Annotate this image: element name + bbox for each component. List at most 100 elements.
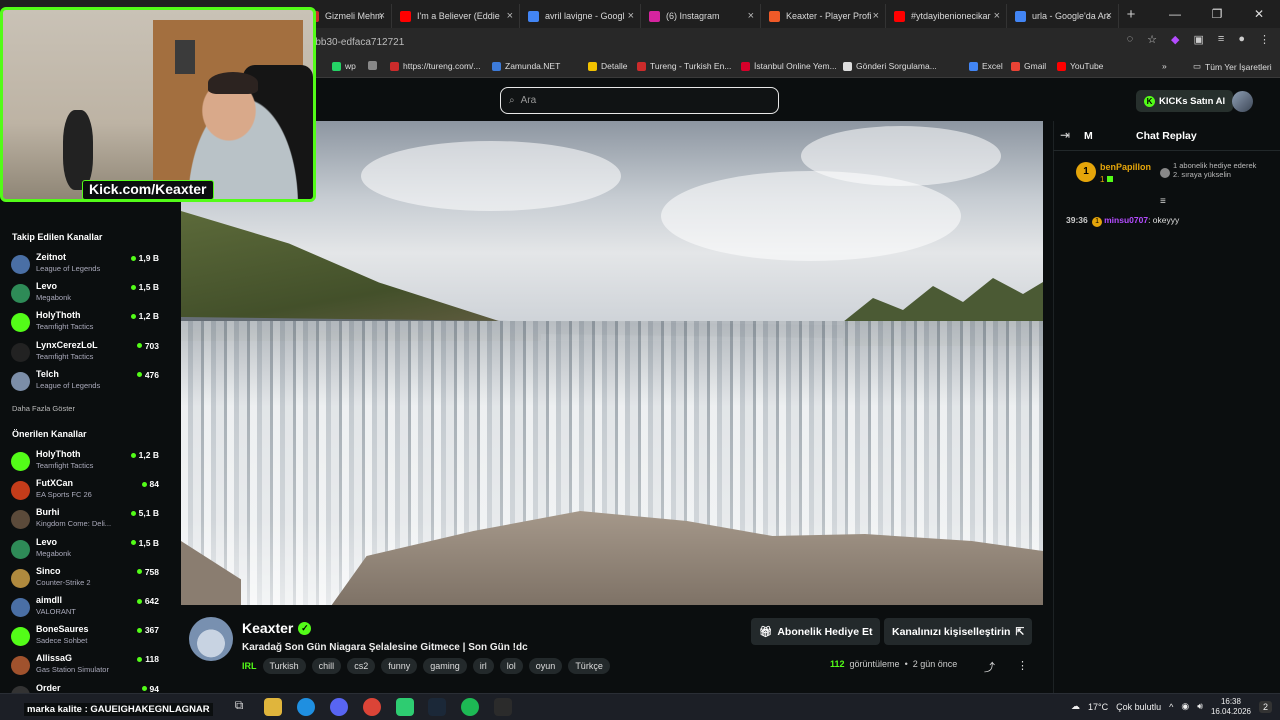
channel-avatar <box>11 342 30 362</box>
bookmark-item[interactable]: https://tureng.com/... <box>390 61 480 71</box>
customize-channel-button[interactable]: Kanalınızı kişiselleştirin ⇱ <box>884 618 1033 645</box>
stream-tag[interactable]: funny <box>381 658 418 674</box>
notification-count[interactable]: 2 <box>1258 700 1272 713</box>
sidebar-channel[interactable]: Levo Megabonk 1,5 B <box>11 537 161 563</box>
weather-text[interactable]: Çok bulutlu <box>1116 702 1161 712</box>
url-text[interactable]: -bb30-edfaca712721 <box>312 37 404 48</box>
file-explorer-icon[interactable] <box>264 698 282 716</box>
stream-tag[interactable]: lol <box>499 658 523 674</box>
streamer-name-row: Keaxter ✓ <box>242 620 312 636</box>
bookmark-favicon <box>492 61 501 71</box>
epic-games-icon[interactable] <box>494 698 512 716</box>
spotify-icon[interactable] <box>461 698 479 716</box>
buy-kicks-button[interactable]: K KICKs Satın Al <box>1136 90 1234 112</box>
task-view-icon[interactable]: ⧉ <box>230 698 248 716</box>
sidebar-channel[interactable]: aimdll VALORANT 642 <box>11 595 161 621</box>
app-icon[interactable] <box>396 698 414 716</box>
puzzle-icon[interactable]: ▣ <box>1194 33 1204 46</box>
bookmarks-overflow-icon[interactable]: » <box>1162 61 1167 71</box>
stream-tag[interactable]: Turkish <box>262 658 306 674</box>
bookmark-item[interactable]: Gönderi Sorgulama... <box>843 61 937 71</box>
browser-tab[interactable]: avril lavigne - Googl × <box>520 4 641 28</box>
new-tab-button[interactable]: + <box>1119 6 1143 23</box>
chat-tab-letter[interactable]: M <box>1084 130 1093 142</box>
stream-tag[interactable]: irl <box>472 658 494 674</box>
stream-tag[interactable]: gaming <box>423 658 467 674</box>
bookmark-item[interactable]: Tureng - Turkish En... <box>637 61 731 71</box>
minimize-icon[interactable]: — <box>1154 0 1196 28</box>
discord-icon[interactable] <box>330 698 348 716</box>
volume-icon[interactable]: 🔊︎ <box>1197 701 1203 712</box>
leaderboard-user[interactable]: benPapillon <box>1100 162 1151 172</box>
show-more-link[interactable]: Daha Fazla Göster <box>12 404 75 413</box>
chat-username[interactable]: minsu0707 <box>1104 215 1148 225</box>
browser-tab[interactable]: Keaxter - Player Profi × <box>761 4 886 28</box>
eye-off-icon[interactable]: ◌ <box>1127 33 1134 46</box>
sidebar-channel[interactable]: AllissaG Gas Station Simulator 118 <box>11 653 161 679</box>
browser-tab[interactable]: I'm a Believer (Eddie × <box>392 4 520 28</box>
bookmark-item[interactable]: Gmail <box>1011 61 1046 71</box>
bookmark-item[interactable] <box>368 61 381 70</box>
bookmark-item[interactable]: Zamunda.NET <box>492 61 560 71</box>
more-options-icon[interactable]: ⋮ <box>1017 659 1028 672</box>
sidebar-channel[interactable]: Telch League of Legends 476 <box>11 369 161 395</box>
all-bookmarks-link[interactable]: ▭ Tüm Yer İşaretleri <box>1193 61 1272 72</box>
bookmark-item[interactable]: wp <box>332 61 356 71</box>
tray-chevron-icon[interactable]: ^ <box>1169 702 1173 712</box>
steam-icon[interactable] <box>428 698 446 716</box>
edge-icon[interactable] <box>297 698 315 716</box>
bookmark-item[interactable]: Detalle <box>588 61 627 71</box>
bookmark-item[interactable]: YouTube <box>1057 61 1103 71</box>
stream-tag[interactable]: chill <box>311 658 342 674</box>
maximize-icon[interactable]: ❐ <box>1196 0 1238 28</box>
sidebar-channel[interactable]: Zeitnot League of Legends 1,9 B <box>11 252 161 278</box>
bookmark-label: wp <box>345 61 356 71</box>
collapse-chat-icon[interactable]: ⇥ <box>1060 128 1070 142</box>
close-tab-icon[interactable]: × <box>994 10 1000 22</box>
chat-message: 39:36 1 minsu0707: okeyyy <box>1066 215 1179 227</box>
channel-viewers: 367 <box>136 625 159 635</box>
share-icon[interactable]: ⤴ <box>984 659 995 675</box>
stream-category[interactable]: IRL <box>242 661 257 671</box>
close-tab-icon[interactable]: × <box>507 10 513 22</box>
close-window-icon[interactable]: ✕ <box>1238 0 1280 28</box>
user-avatar[interactable] <box>1232 91 1253 112</box>
browser-tab[interactable]: #ytdayibenionecikar × <box>886 4 1007 28</box>
extension-icon[interactable]: ◆ <box>1171 33 1179 46</box>
close-tab-icon[interactable]: × <box>748 10 754 22</box>
close-tab-icon[interactable]: × <box>873 10 879 22</box>
stream-tag[interactable]: oyun <box>528 658 563 674</box>
sidebar-channel[interactable]: Levo Megabonk 1,5 B <box>11 281 161 307</box>
gift-sub-button[interactable]: 🎁︎ Abonelik Hediye Et <box>751 618 881 645</box>
streamer-name[interactable]: Keaxter <box>242 620 293 636</box>
close-tab-icon[interactable]: × <box>628 10 634 22</box>
browser-tab[interactable]: (6) Instagram × <box>641 4 761 28</box>
sidebar-channel[interactable]: BoneSaures Sadece Sohbet 367 <box>11 624 161 650</box>
sidebar-channel[interactable]: HolyThoth Teamfight Tactics 1,2 B <box>11 310 161 336</box>
chrome-icon[interactable] <box>363 698 381 716</box>
clock[interactable]: 16:38 16.04.2026 <box>1211 697 1251 717</box>
bookmark-item[interactable]: İstanbul Online Yem... <box>741 61 837 71</box>
views-count: 112 <box>830 659 845 669</box>
stream-tag[interactable]: Türkçe <box>568 658 610 674</box>
sidebar-channel[interactable]: HolyThoth Teamfight Tactics 1,2 B <box>11 449 161 475</box>
weather-temp[interactable]: 17°C <box>1088 702 1108 712</box>
sidebar-channel[interactable]: Sinco Counter-Strike 2 758 <box>11 566 161 592</box>
stream-tag[interactable]: cs2 <box>347 658 376 674</box>
star-icon[interactable]: ☆ <box>1147 33 1157 46</box>
sidebar-channel[interactable]: LynxCerezLoL Teamfight Tactics 703 <box>11 340 161 366</box>
streamer-avatar[interactable] <box>189 617 233 661</box>
browser-tab[interactable]: urla - Google'da Ara × <box>1007 4 1119 28</box>
weather-icon[interactable]: ☁ <box>1071 701 1080 712</box>
bookmark-item[interactable]: Excel <box>969 61 1003 71</box>
search-input[interactable]: ⌕ Ara <box>500 87 779 114</box>
expand-pinned-icon[interactable]: ≡ <box>1160 196 1166 207</box>
close-tab-icon[interactable]: × <box>1106 10 1112 22</box>
close-tab-icon[interactable]: × <box>379 10 385 22</box>
media-icon[interactable]: ≡ <box>1218 33 1224 46</box>
sidebar-channel[interactable]: Burhi Kingdom Come: Deli... 5,1 B <box>11 507 161 533</box>
profile-icon[interactable]: ● <box>1238 33 1245 46</box>
menu-icon[interactable]: ⋮ <box>1259 33 1270 46</box>
sidebar-channel[interactable]: FutXCan EA Sports FC 26 84 <box>11 478 161 504</box>
network-icon[interactable]: ◉ <box>1181 701 1189 712</box>
